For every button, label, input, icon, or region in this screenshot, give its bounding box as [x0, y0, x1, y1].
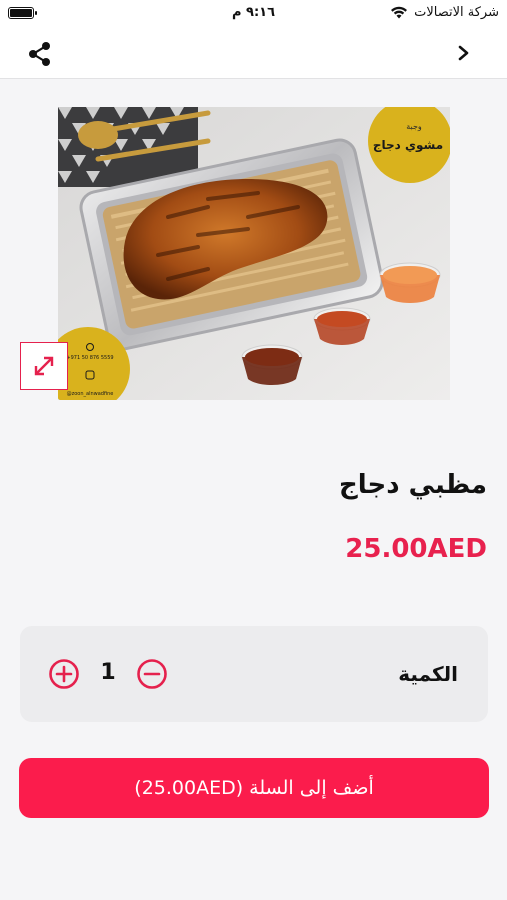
- wifi-icon: [391, 6, 408, 19]
- minus-circle-icon[interactable]: [136, 658, 168, 690]
- product-image: وجبة مشوي دجاج +971 50 876 5559 @zoon_al…: [58, 107, 450, 400]
- quantity-value: 1: [100, 660, 116, 685]
- expand-arrows-icon: [34, 356, 54, 376]
- badge-bottom-handle: @zoon_alnwadfine: [67, 391, 114, 397]
- add-to-cart-label: أضف إلى السلة (25.00AED): [134, 777, 374, 799]
- status-carrier-group: شركة الاتصالات: [390, 5, 499, 20]
- plus-circle-icon[interactable]: [48, 658, 80, 690]
- badge-bottom-phone: +971 50 876 5559: [66, 355, 113, 361]
- food-illustration: وجبة مشوي دجاج +971 50 876 5559 @zoon_al…: [58, 107, 450, 400]
- navigation-bar: [0, 28, 507, 79]
- product-title: مظبي دجاج: [339, 470, 487, 500]
- expand-image-button[interactable]: [20, 342, 68, 390]
- chevron-right-icon[interactable]: [455, 44, 473, 62]
- status-bar: ٩:١٦ م شركة الاتصالات: [0, 0, 507, 28]
- quantity-card: الكمية 1: [20, 626, 488, 722]
- quantity-label: الكمية: [398, 662, 458, 686]
- product-price: 25.00AED: [345, 534, 487, 564]
- share-icon[interactable]: [26, 40, 54, 68]
- badge-top-title: مشوي دجاج: [373, 138, 443, 153]
- badge-top-small: وجبة: [406, 122, 422, 131]
- add-to-cart-button[interactable]: أضف إلى السلة (25.00AED): [19, 758, 489, 818]
- carrier-label: شركة الاتصالات: [414, 5, 499, 20]
